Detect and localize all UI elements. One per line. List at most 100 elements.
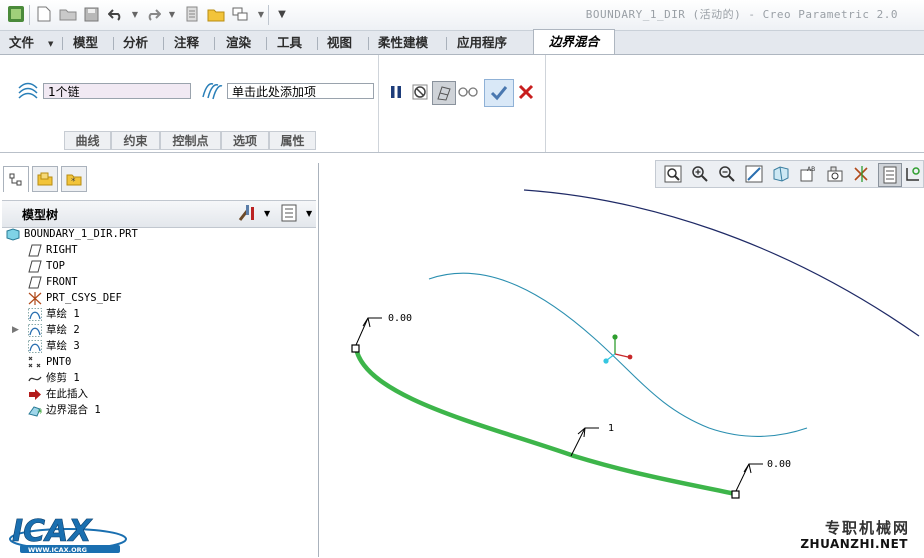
tab-annotate[interactable]: 注释 xyxy=(167,34,206,52)
save-icon[interactable] xyxy=(81,4,101,24)
svg-text:AB: AB xyxy=(807,166,815,173)
datum-display-icon[interactable] xyxy=(851,163,873,185)
tree-settings-dropdown-icon[interactable]: ▼ xyxy=(264,209,270,218)
tab-separator xyxy=(113,37,114,50)
tab-separator xyxy=(163,37,164,50)
svg-text:*: * xyxy=(71,177,76,186)
tree-settings-icon[interactable] xyxy=(238,204,258,224)
datum-point-icon xyxy=(28,356,41,368)
tab-separator xyxy=(446,37,447,50)
subtab-constraints[interactable]: 约束 xyxy=(111,131,160,150)
zoom-out-icon[interactable] xyxy=(716,163,738,185)
svg-text:✳: ✳ xyxy=(37,407,42,416)
tab-render[interactable]: 渲染 xyxy=(219,34,258,52)
graphics-toolbar: AB xyxy=(655,160,924,188)
windows-icon[interactable] xyxy=(230,4,250,24)
display-style-icon[interactable] xyxy=(770,163,792,185)
expand-arrow-icon[interactable]: ▶ xyxy=(12,323,19,338)
cancel-x-icon[interactable] xyxy=(515,81,537,103)
second-direction-field[interactable]: 单击此处添加项 xyxy=(227,83,374,99)
open-file-icon[interactable] xyxy=(58,4,78,24)
verify-mode-icon[interactable] xyxy=(457,81,479,103)
upper-boundary-curve[interactable] xyxy=(523,189,920,337)
tab-separator xyxy=(368,37,369,50)
tab-model[interactable]: 模型 xyxy=(66,34,105,52)
subtab-properties[interactable]: 属性 xyxy=(269,131,316,150)
folder-icon[interactable] xyxy=(206,4,226,24)
icax-logo-text: ICAX xyxy=(12,514,93,549)
quick-access-toolbar: ▼ ▼ ▼ ▼ BOUNDARY_1_DIR (活动的) - Creo Para… xyxy=(0,0,924,31)
redo-icon[interactable] xyxy=(143,4,163,24)
undo-icon[interactable] xyxy=(106,4,126,24)
chain-start-handle[interactable] xyxy=(351,344,360,353)
no-preview-icon[interactable] xyxy=(409,81,431,103)
saved-orientations-icon[interactable]: AB xyxy=(797,163,819,185)
icax-watermark-logo: ICAX WWW.ICAX.ORG xyxy=(6,509,130,555)
tab-flexible-modeling[interactable]: 柔性建模 xyxy=(371,34,435,52)
navigator-panel: * 模型树 ▼ ▼ BOUNDARY_1_DIR.PRT RIGHT TOP F… xyxy=(0,163,319,557)
tree-show-icon[interactable] xyxy=(281,204,299,224)
subtab-options[interactable]: 选项 xyxy=(221,131,269,150)
subtab-control-points[interactable]: 控制点 xyxy=(160,131,221,150)
graphics-viewport[interactable]: 0.00 0.00 1 xyxy=(319,188,924,557)
end-value-label[interactable]: 0.00 xyxy=(767,459,791,470)
toolbar-separator xyxy=(268,5,269,25)
customize-toolbar-icon[interactable]: ▼ xyxy=(272,4,292,24)
model-tree-title: 模型树 xyxy=(22,208,59,222)
tab-separator xyxy=(317,37,318,50)
trim-icon xyxy=(28,376,42,382)
undo-dropdown-icon[interactable]: ▼ xyxy=(125,4,145,24)
sketch-icon xyxy=(28,340,42,353)
tab-separator xyxy=(62,37,63,50)
start-value-label[interactable]: 0.00 xyxy=(388,313,412,324)
datum-plane-icon xyxy=(28,276,42,289)
tab-separator xyxy=(214,37,215,50)
sketch-icon xyxy=(28,308,42,321)
ribbon-tab-bar: 文件 ▼ 模型 分析 注释 渲染 工具 视图 柔性建模 应用程序 边界混合 xyxy=(0,29,924,55)
tab-tools[interactable]: 工具 xyxy=(270,34,309,52)
window-title: BOUNDARY_1_DIR (活动的) - Creo Parametric 2… xyxy=(585,8,898,21)
csys-triad-icon xyxy=(603,334,633,364)
site-watermark-cn: 专职机械网 xyxy=(824,519,910,537)
first-direction-chain-field[interactable]: 1个链 xyxy=(43,83,191,99)
part-icon xyxy=(6,228,20,241)
tab-analysis[interactable]: 分析 xyxy=(116,34,155,52)
selected-chain-curve[interactable] xyxy=(353,345,738,497)
pause-icon[interactable] xyxy=(385,81,407,103)
ok-checkmark-icon[interactable] xyxy=(484,79,514,107)
tab-file[interactable]: 文件 xyxy=(2,34,41,52)
boundary-blend-icon: ✳ xyxy=(28,406,42,417)
sketch-icon xyxy=(28,324,42,337)
favorites-tab-icon[interactable]: * xyxy=(61,166,87,192)
icax-logo-url: WWW.ICAX.ORG xyxy=(28,546,87,554)
ribbon-group-separator xyxy=(378,55,379,152)
view-manager-icon[interactable] xyxy=(824,163,846,185)
model-tree-header: 模型树 ▼ ▼ xyxy=(2,200,316,228)
toolbar-separator xyxy=(29,5,30,25)
subtab-curves[interactable]: 曲线 xyxy=(64,131,111,150)
first-direction-icon xyxy=(17,82,39,102)
redo-dropdown-icon[interactable]: ▼ xyxy=(162,4,182,24)
insert-here-icon xyxy=(29,389,41,400)
site-watermark-en: ZHUANZHI.NET xyxy=(800,537,908,551)
folder-browser-tab-icon[interactable] xyxy=(32,166,58,192)
ribbon-group-separator xyxy=(545,55,546,152)
model-tree-tab-icon[interactable] xyxy=(3,166,29,192)
chain-end-handle[interactable] xyxy=(731,490,740,499)
refit-icon[interactable] xyxy=(662,163,684,185)
tab-boundary-blend[interactable]: 边界混合 xyxy=(533,29,615,54)
tree-show-dropdown-icon[interactable]: ▼ xyxy=(306,209,312,218)
chain-index-label[interactable]: 1 xyxy=(608,423,614,434)
file-menu-dropdown-icon[interactable]: ▼ xyxy=(48,40,53,48)
zoom-in-icon[interactable] xyxy=(689,163,711,185)
datum-plane-icon xyxy=(28,260,42,273)
app-logo-icon[interactable] xyxy=(6,4,26,24)
annotation-display-icon[interactable] xyxy=(878,163,902,187)
regenerate-icon[interactable] xyxy=(182,4,202,24)
new-file-icon[interactable] xyxy=(34,4,54,24)
repaint-icon[interactable] xyxy=(743,163,765,185)
spin-center-icon[interactable] xyxy=(903,163,923,185)
tab-applications[interactable]: 应用程序 xyxy=(450,34,514,52)
geometry-preview-icon[interactable] xyxy=(432,81,456,105)
tab-view[interactable]: 视图 xyxy=(320,34,359,52)
